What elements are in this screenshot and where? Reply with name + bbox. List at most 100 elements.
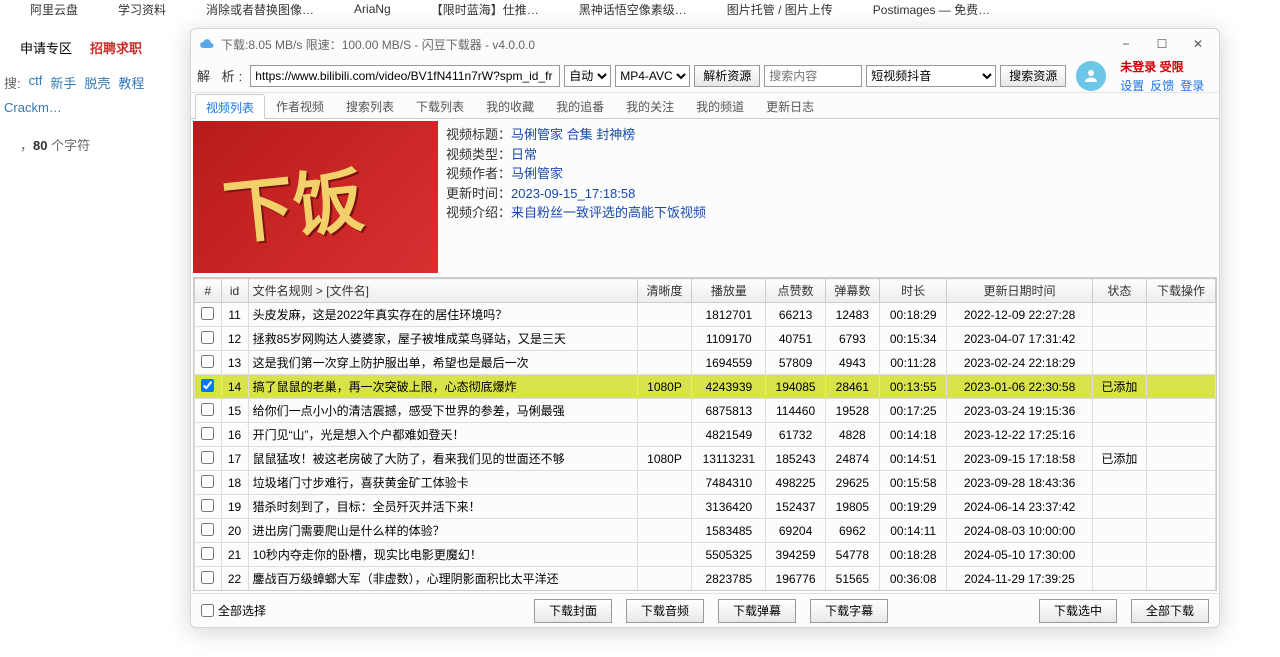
row-checkbox[interactable] <box>201 355 214 368</box>
row-checkbox[interactable] <box>201 547 214 560</box>
tab-changelog[interactable]: 更新日志 <box>755 93 825 118</box>
table-row[interactable]: 16开门见“山”，光是想入个户都难如登天！482154961732482800:… <box>195 423 1216 447</box>
meta-type-value: 日常 <box>511 147 537 162</box>
row-checkbox[interactable] <box>201 427 214 440</box>
table-row[interactable]: 11头皮发麻，这是2022年真实存在的居住环境吗？181270166213124… <box>195 303 1216 327</box>
table-header[interactable]: id <box>221 279 248 303</box>
table-row[interactable]: 19猎杀时刻到了，目标：全员歼灭并活下来！3136420152437198050… <box>195 495 1216 519</box>
browser-tab[interactable]: AriaNg <box>354 2 391 16</box>
browser-tab[interactable]: 消除或者替换图像… <box>206 1 314 18</box>
table-row[interactable]: 18垃圾堵门寸步难行，喜获黄金矿工体验卡74843104982252962500… <box>195 471 1216 495</box>
table-header[interactable]: 点赞数 <box>766 279 825 303</box>
feedback-link[interactable]: 反馈 <box>1150 77 1174 94</box>
tab-search-list[interactable]: 搜索列表 <box>335 93 405 118</box>
video-info-panel: 下饭 视频标题：马俐管家 合集 封神榜 视频类型：日常 视频作者：马俐管家 更新… <box>191 119 1219 275</box>
tab-my-channel[interactable]: 我的频道 <box>685 93 755 118</box>
search-button[interactable]: 搜索资源 <box>1000 65 1066 87</box>
table-row[interactable]: 12拯救85岁网购达人婆婆家，屋子被堆成菜鸟驿站，又是三天11091704075… <box>195 327 1216 351</box>
row-checkbox[interactable] <box>201 331 214 344</box>
tab-my-follow[interactable]: 我的关注 <box>615 93 685 118</box>
thumbnail-text: 下饭 <box>218 144 368 259</box>
parse-button[interactable]: 解析资源 <box>694 65 760 87</box>
download-cover-button[interactable]: 下载封面 <box>534 599 612 623</box>
table-header[interactable]: 清晰度 <box>637 279 691 303</box>
search-tag[interactable]: 脱壳 <box>84 73 110 92</box>
table-header[interactable]: 弹幕数 <box>825 279 879 303</box>
format-select[interactable]: MP4-AVC <box>615 65 690 87</box>
table-header[interactable]: 下载操作 <box>1147 279 1216 303</box>
titlebar-text: 下载:8.05 MB/s 限速：100.00 MB/S - 闪豆下载器 - v4… <box>221 36 535 53</box>
tab-author-video[interactable]: 作者视频 <box>265 93 335 118</box>
row-checkbox[interactable] <box>201 499 214 512</box>
table-header[interactable]: 播放量 <box>692 279 766 303</box>
table-row[interactable]: 15给你们一点小小的清洁震撼，感受下世界的参差，马俐最强687581311446… <box>195 399 1216 423</box>
user-icon <box>1082 67 1100 85</box>
browser-tab[interactable]: Postimages — 免费… <box>873 1 990 18</box>
search-input[interactable] <box>764 65 862 87</box>
download-danmu-button[interactable]: 下载弹幕 <box>718 599 796 623</box>
row-checkbox[interactable] <box>201 523 214 536</box>
meta-type-label: 视频类型： <box>446 147 511 162</box>
table-row[interactable]: 14搞了鼠鼠的老巢，再一次突破上限，心态彻底爆炸1080P42439391940… <box>195 375 1216 399</box>
meta-title-label: 视频标题： <box>446 127 511 142</box>
user-status: 未登录 受限 设置 反馈 登录 <box>1120 58 1204 94</box>
toolbar: 解 析: 自动 MP4-AVC 解析资源 短视频抖音 搜索资源 未登录 受限 设… <box>191 59 1219 93</box>
close-button[interactable]: ✕ <box>1185 34 1211 54</box>
minimize-button[interactable]: − <box>1113 34 1139 54</box>
search-tag[interactable]: 教程 <box>118 73 144 92</box>
table-header[interactable]: 更新日期时间 <box>947 279 1092 303</box>
meta-author-value: 马俐管家 <box>511 166 563 181</box>
settings-link[interactable]: 设置 <box>1120 77 1144 94</box>
row-checkbox[interactable] <box>201 571 214 584</box>
char-count: ，80 个字符 <box>0 123 190 166</box>
browser-tab[interactable]: 图片托管 / 图片上传 <box>727 1 833 18</box>
search-label: 搜: <box>4 73 21 92</box>
download-audio-button[interactable]: 下载音频 <box>626 599 704 623</box>
table-header[interactable]: # <box>195 279 222 303</box>
row-checkbox[interactable] <box>201 379 214 392</box>
auto-select[interactable]: 自动 <box>564 65 611 87</box>
table-row[interactable]: 20进出房门需要爬山是什么样的体验？158348569204696200:14:… <box>195 519 1216 543</box>
meta-update-value: 2023-09-15_17:18:58 <box>511 186 635 201</box>
browser-tab[interactable]: 【限时蓝海】仕推… <box>431 1 539 18</box>
row-checkbox[interactable] <box>201 307 214 320</box>
tab-video-list[interactable]: 视频列表 <box>195 94 265 119</box>
tab-my-favorites[interactable]: 我的收藏 <box>475 93 545 118</box>
table-row[interactable]: 2110秒内夺走你的卧槽，现实比电影更魔幻！550532539425954778… <box>195 543 1216 567</box>
search-tag[interactable]: ctf <box>29 73 43 92</box>
row-checkbox[interactable] <box>201 475 214 488</box>
download-all-button[interactable]: 全部下载 <box>1131 599 1209 623</box>
select-all-checkbox[interactable]: 全部选择 <box>201 602 266 619</box>
bottom-bar: 全部选择 下载封面 下载音频 下载弹幕 下载字幕 下载选中 全部下载 <box>191 593 1219 627</box>
cloud-icon <box>199 36 215 52</box>
search-tag[interactable]: Crackm… <box>4 100 62 115</box>
download-subtitle-button[interactable]: 下载字幕 <box>810 599 888 623</box>
table-header[interactable]: 状态 <box>1092 279 1146 303</box>
search-type-select[interactable]: 短视频抖音 <box>866 65 996 87</box>
maximize-button[interactable]: ☐ <box>1149 34 1175 54</box>
download-selected-button[interactable]: 下载选中 <box>1039 599 1117 623</box>
avatar[interactable] <box>1076 61 1106 91</box>
background-page: 申请专区 招聘求职 搜: ctf 新手 脱壳 教程 Crackm… ，80 个字… <box>0 30 190 166</box>
table-header[interactable]: 时长 <box>880 279 947 303</box>
browser-tabs: 阿里云盘 学习资料 消除或者替换图像… AriaNg 【限时蓝海】仕推… 黑神话… <box>0 0 1280 18</box>
url-input[interactable] <box>250 65 560 87</box>
meta-desc-label: 视频介绍： <box>446 205 511 220</box>
login-link[interactable]: 登录 <box>1180 77 1204 94</box>
tab-download-list[interactable]: 下载列表 <box>405 93 475 118</box>
table-row[interactable]: 13这是我们第一次穿上防护服出单，希望也是最后一次169455957809494… <box>195 351 1216 375</box>
table-header[interactable]: 文件名规则 > [文件名] <box>248 279 637 303</box>
row-checkbox[interactable] <box>201 451 214 464</box>
table-row[interactable]: 22鏖战百万级蟑螂大军（非虚数），心理阴影面积比太平洋还282378519677… <box>195 567 1216 591</box>
browser-tab[interactable]: 黑神话悟空像素级… <box>579 1 687 18</box>
browser-tab[interactable]: 学习资料 <box>118 1 166 18</box>
table-row[interactable]: 17鼠鼠猛攻！被这老房破了大防了，看来我们见的世面还不够1080P1311323… <box>195 447 1216 471</box>
tab-my-bangumi[interactable]: 我的追番 <box>545 93 615 118</box>
recruit-link[interactable]: 招聘求职 <box>90 38 142 57</box>
browser-tab[interactable]: 阿里云盘 <box>30 1 78 18</box>
titlebar[interactable]: 下载:8.05 MB/s 限速：100.00 MB/S - 闪豆下载器 - v4… <box>191 29 1219 59</box>
meta-title-value: 马俐管家 合集 封神榜 <box>511 127 635 142</box>
search-tag[interactable]: 新手 <box>50 73 76 92</box>
video-table[interactable]: #id文件名规则 > [文件名]清晰度播放量点赞数弹幕数时长更新日期时间状态下载… <box>193 277 1217 591</box>
row-checkbox[interactable] <box>201 403 214 416</box>
